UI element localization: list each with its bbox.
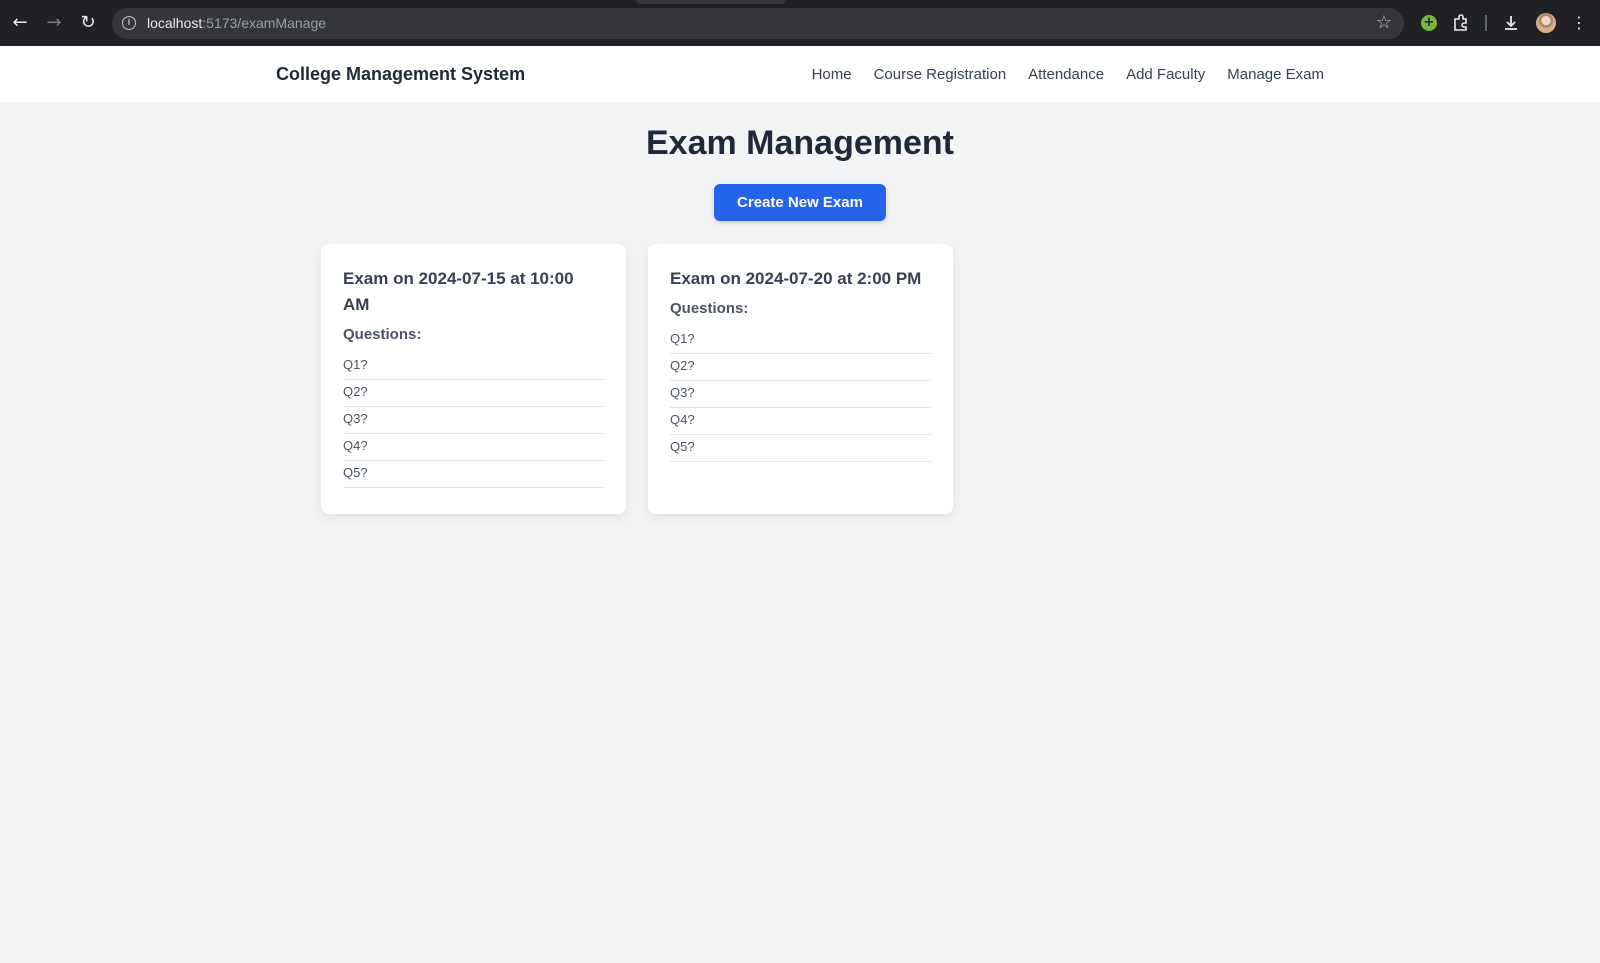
question-item: Q2?	[670, 354, 931, 381]
app-navbar: College Management System Home Course Re…	[0, 46, 1600, 102]
nav-links: Home Course Registration Attendance Add …	[812, 66, 1324, 83]
question-item: Q1?	[343, 353, 604, 380]
question-list: Q1? Q2? Q3? Q4? Q5?	[670, 327, 931, 462]
toolbar-separator	[1485, 15, 1487, 31]
nav-link-home[interactable]: Home	[812, 66, 852, 83]
menu-icon[interactable]: ⋮	[1568, 12, 1590, 34]
exam-card-list: Exam on 2024-07-15 at 10:00 AM Questions…	[321, 244, 953, 514]
question-item: Q1?	[670, 327, 931, 354]
question-item: Q5?	[343, 461, 604, 488]
question-item: Q4?	[343, 434, 604, 461]
address-bar[interactable]: i localhost:5173/examManage ☆	[112, 8, 1404, 39]
questions-label: Questions:	[343, 326, 422, 343]
exam-card-title: Exam on 2024-07-15 at 10:00 AM	[343, 269, 574, 314]
nav-link-course-registration[interactable]: Course Registration	[874, 66, 1007, 83]
page-title: Exam Management	[646, 124, 954, 162]
star-icon[interactable]: ☆	[1376, 12, 1392, 33]
url-path: :5173/examManage	[202, 15, 327, 31]
question-item: Q3?	[343, 407, 604, 434]
active-tab-edge	[636, 0, 786, 4]
info-icon[interactable]: i	[122, 16, 136, 30]
exam-card-title: Exam on 2024-07-20 at 2:00 PM	[670, 269, 922, 288]
question-item: Q4?	[670, 408, 931, 435]
question-list: Q1? Q2? Q3? Q4? Q5?	[343, 353, 604, 488]
create-new-exam-button[interactable]: Create New Exam	[714, 184, 886, 221]
download-icon[interactable]	[1500, 12, 1522, 34]
questions-label: Questions:	[670, 300, 749, 317]
brand-title[interactable]: College Management System	[276, 64, 525, 85]
question-item: Q5?	[670, 435, 931, 462]
avatar[interactable]	[1536, 13, 1556, 33]
extension-icon[interactable]: +	[1418, 12, 1440, 34]
nav-link-manage-exam[interactable]: Manage Exam	[1227, 66, 1324, 83]
exam-card: Exam on 2024-07-20 at 2:00 PM Questions:…	[648, 244, 953, 514]
nav-link-add-faculty[interactable]: Add Faculty	[1126, 66, 1205, 83]
nav-link-attendance[interactable]: Attendance	[1028, 66, 1104, 83]
forward-icon[interactable]: →	[42, 11, 66, 35]
reload-icon[interactable]: ↻	[76, 11, 100, 35]
exam-card: Exam on 2024-07-15 at 10:00 AM Questions…	[321, 244, 626, 514]
url-text[interactable]: localhost:5173/examManage	[147, 15, 326, 31]
question-item: Q3?	[670, 381, 931, 408]
browser-toolbar: ← → ↻ i localhost:5173/examManage ☆ + ⋮	[0, 0, 1600, 46]
back-icon[interactable]: ←	[8, 11, 32, 35]
question-item: Q2?	[343, 380, 604, 407]
puzzle-icon[interactable]	[1450, 12, 1472, 34]
url-host: localhost	[147, 15, 203, 31]
